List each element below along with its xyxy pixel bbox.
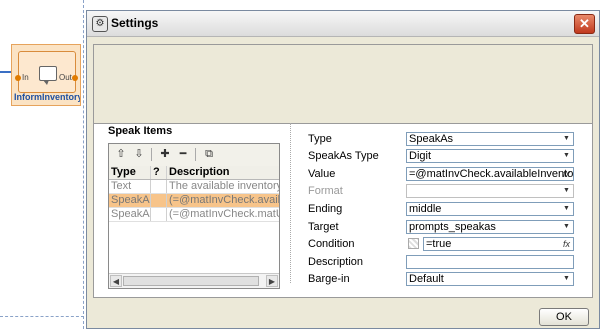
- format-select[interactable]: ▼: [406, 184, 574, 198]
- barge-in-select[interactable]: Default ▼: [406, 272, 574, 286]
- canvas-guide-horizontal: [0, 316, 84, 317]
- barge-in-label: Barge-in: [308, 273, 350, 285]
- expression-fx-icon[interactable]: fx: [561, 238, 572, 250]
- move-up-button[interactable]: ⇧: [113, 147, 129, 162]
- ending-value: middle: [409, 203, 442, 215]
- canvas-guide-vertical: [83, 0, 84, 329]
- description-input[interactable]: [406, 255, 574, 269]
- add-item-button[interactable]: ✚: [157, 147, 173, 162]
- target-select[interactable]: prompts_speakas ▼: [406, 220, 574, 234]
- row-type: Text: [109, 180, 151, 193]
- speak-items-toolbar: ⇧ ⇩ ✚ ━ ⧉: [109, 144, 279, 167]
- header-panel: [93, 44, 593, 124]
- value-input[interactable]: =@matInvCheck.availableInventory fx: [406, 167, 574, 181]
- node-body: In Out: [15, 51, 78, 93]
- port-in-label: In: [22, 73, 29, 82]
- close-button[interactable]: ✕: [574, 14, 595, 34]
- dialog-titlebar[interactable]: ⚙ Settings ✕: [87, 11, 599, 37]
- chevron-down-icon[interactable]: ▼: [560, 273, 573, 285]
- settings-icon: ⚙: [92, 16, 108, 32]
- row-description: (=@matInvCheck.matUoM: [169, 208, 279, 220]
- value-label: Value: [308, 168, 336, 180]
- ending-label: Ending: [308, 203, 343, 215]
- speakas-type-value: Digit: [409, 150, 432, 162]
- row-flag: [151, 208, 167, 221]
- condition-toggle[interactable]: [408, 238, 419, 249]
- row-description: (=@matInvCheck.available: [169, 194, 279, 206]
- port-out-label: Out: [59, 73, 72, 82]
- format-label: Format: [308, 185, 343, 197]
- table-row[interactable]: Text The available inventory is: [109, 180, 279, 194]
- dialog-title: Settings: [111, 16, 159, 30]
- row-flag: [151, 194, 167, 207]
- toolbar-separator: [195, 148, 196, 161]
- output-port[interactable]: [72, 75, 78, 81]
- panel-splitter[interactable]: [290, 123, 291, 283]
- chevron-down-icon[interactable]: ▼: [560, 185, 573, 197]
- condition-value: =true: [426, 238, 452, 250]
- type-label: Type: [308, 133, 332, 145]
- inform-inventory-node[interactable]: In Out InformInventory: [11, 44, 81, 106]
- speak-items-grid: Type ? Description Text The available in…: [109, 166, 279, 222]
- description-label: Description: [308, 256, 364, 268]
- grid-header: Type ? Description: [109, 166, 279, 180]
- target-label: Target: [308, 221, 339, 233]
- condition-input[interactable]: =true fx: [423, 237, 574, 251]
- row-type: SpeakAs: [111, 194, 151, 207]
- copy-item-button[interactable]: ⧉: [201, 147, 217, 162]
- scroll-left-icon[interactable]: ◀: [110, 275, 122, 287]
- speech-bubble-icon: [39, 66, 57, 85]
- column-header-flag[interactable]: ?: [151, 166, 167, 179]
- table-row[interactable]: SpeakAs (=@matInvCheck.available: [109, 194, 279, 208]
- condition-label: Condition: [308, 238, 355, 250]
- column-header-type[interactable]: Type: [109, 166, 151, 179]
- chevron-down-icon[interactable]: ▼: [560, 221, 573, 233]
- chevron-down-icon[interactable]: ▼: [560, 150, 573, 162]
- node-label: InformInventory: [14, 92, 80, 102]
- type-value: SpeakAs: [409, 133, 454, 145]
- value-text: =@matInvCheck.availableInventory: [409, 168, 574, 180]
- column-header-description[interactable]: Description: [167, 166, 279, 179]
- scroll-right-icon[interactable]: ▶: [266, 275, 278, 287]
- table-row[interactable]: SpeakAs (=@matInvCheck.matUoM: [109, 208, 279, 222]
- chevron-down-icon[interactable]: ▼: [560, 133, 573, 145]
- ok-button[interactable]: OK: [539, 308, 589, 326]
- toolbar-separator: [151, 148, 152, 161]
- target-value: prompts_speakas: [409, 221, 496, 233]
- horizontal-scrollbar[interactable]: ◀ ▶: [109, 273, 279, 288]
- move-down-button[interactable]: ⇩: [131, 147, 147, 162]
- speak-items-title: Speak Items: [108, 125, 173, 137]
- expression-fx-icon[interactable]: fx: [561, 168, 572, 180]
- chevron-down-icon[interactable]: ▼: [560, 203, 573, 215]
- speak-items-list: ⇧ ⇩ ✚ ━ ⧉ Type ? Description Text The av…: [108, 143, 280, 289]
- speakas-type-label: SpeakAs Type: [308, 150, 379, 162]
- scrollbar-thumb[interactable]: [123, 276, 259, 286]
- remove-item-button[interactable]: ━: [175, 147, 191, 162]
- row-flag: [151, 180, 167, 193]
- input-port[interactable]: [15, 75, 21, 81]
- type-select[interactable]: SpeakAs ▼: [406, 132, 574, 146]
- speakas-type-select[interactable]: Digit ▼: [406, 149, 574, 163]
- row-description: The available inventory is: [169, 180, 279, 192]
- ending-select[interactable]: middle ▼: [406, 202, 574, 216]
- row-type: SpeakAs: [111, 208, 151, 221]
- barge-in-value: Default: [409, 273, 444, 285]
